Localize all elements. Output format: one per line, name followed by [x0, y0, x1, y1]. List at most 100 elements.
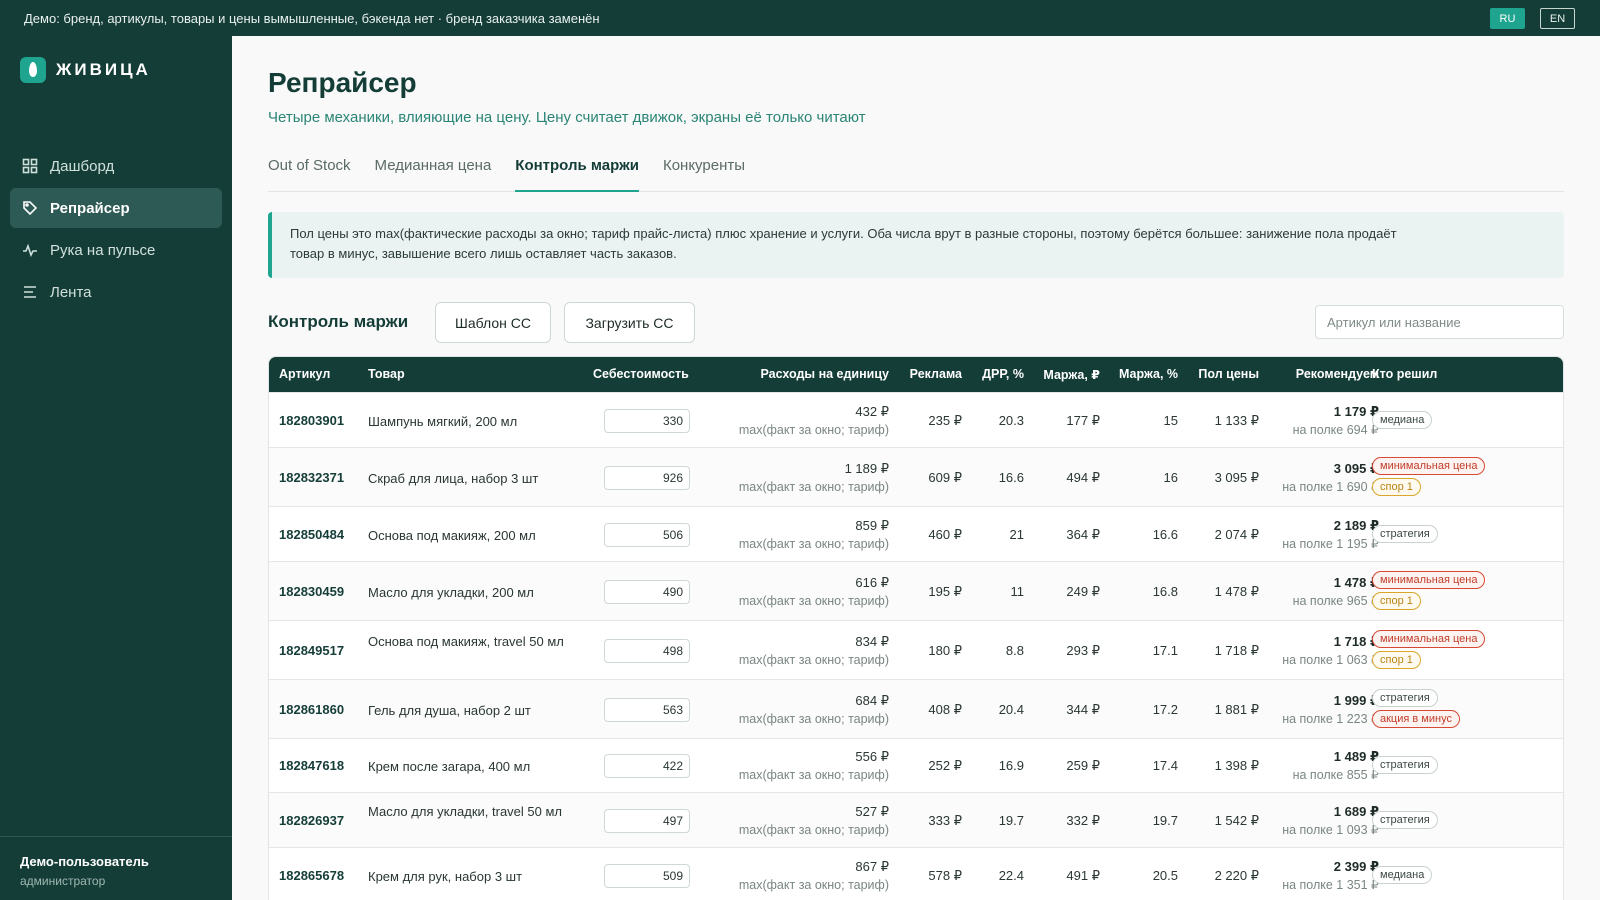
decision-badge[interactable]: спор 1 — [1372, 591, 1421, 610]
lang-en-button[interactable]: EN — [1540, 8, 1575, 29]
sku-link[interactable]: 182847618 — [279, 758, 344, 773]
product-name: Скраб для лица, набор 3 шт — [368, 470, 539, 486]
lang-ru-button[interactable]: RU — [1490, 8, 1525, 29]
expense-note: max(факт за окно; тариф) — [738, 479, 889, 494]
expense-cell: 834 ₽ max(факт за окно; тариф) — [739, 632, 889, 670]
sku-link[interactable]: 182849517 — [279, 643, 344, 658]
margin-pct-cell: 17.1 — [1152, 642, 1178, 658]
sku-link[interactable]: 182830459 — [279, 584, 344, 599]
ads-cell: 252 ₽ — [928, 758, 962, 773]
tab-out-of-stock[interactable]: Out of Stock — [268, 147, 351, 192]
cost-input[interactable]: 497 — [604, 808, 690, 833]
decision-badge[interactable]: минимальная цена — [1372, 456, 1486, 475]
sku-link[interactable]: 182803901 — [279, 413, 344, 428]
logo[interactable]: ЖИВИЦА — [20, 57, 151, 83]
expense-note: max(факт за окно; тариф) — [738, 422, 889, 437]
product-name: Основа под макияж, 200 мл — [368, 527, 536, 543]
cost-input[interactable]: 509 — [604, 863, 690, 888]
header-drr[interactable]: ДРР, % — [982, 367, 1024, 381]
product-name: Масло для укладки, 200 мл — [368, 584, 534, 600]
ads-cell: 333 ₽ — [928, 812, 962, 828]
cost-input[interactable]: 563 — [604, 697, 690, 722]
decision-badge[interactable]: стратегия — [1372, 756, 1438, 774]
sidebar-item-repricer[interactable]: Репрайсер — [10, 188, 222, 228]
floor-cell: 1 542 ₽ — [1214, 812, 1259, 828]
decision-badge[interactable]: медиана — [1372, 410, 1433, 429]
table-row[interactable]: 182832371 Скраб для лица, набор 3 шт 926 1 … — [269, 447, 1563, 506]
shelf-price: на полке 855 ₽ — [1292, 768, 1379, 782]
cost-input[interactable]: 506 — [604, 522, 690, 547]
expense-cell: 867 ₽ max(факт за окно; тариф) — [739, 857, 889, 895]
cost-input[interactable]: 498 — [604, 638, 690, 663]
sku-link[interactable]: 182850484 — [279, 527, 344, 542]
table-row[interactable]: 182861860 Гель для душа, набор 2 шт 563 684… — [269, 679, 1563, 738]
decision-badge[interactable]: стратегия — [1372, 810, 1438, 829]
header-sku[interactable]: Артикул — [279, 367, 330, 381]
table-row[interactable]: 182803901 Шампунь мягкий, 200 мл 330 432 ₽ m… — [269, 392, 1563, 447]
table-row[interactable]: 182830459 Масло для укладки, 200 мл 490 616… — [269, 561, 1563, 620]
decision-badge[interactable]: стратегия — [1372, 688, 1438, 707]
sku-link[interactable]: 182865678 — [279, 868, 344, 883]
header-floor[interactable]: Пол цены — [1198, 367, 1259, 381]
search-input[interactable] — [1315, 305, 1564, 339]
expense-cell: 556 ₽ max(факт за окно; тариф) — [739, 747, 889, 785]
header-ads[interactable]: Реклама — [910, 367, 962, 381]
header-margin-pct[interactable]: Маржа, % — [1119, 367, 1178, 381]
table-row[interactable]: 182865678 Крем для рук, набор 3 шт 509 867 … — [269, 847, 1563, 900]
cost-template-button[interactable]: Шаблон СС — [435, 302, 551, 343]
expense-cell: 616 ₽ max(факт за окно; тариф) — [739, 573, 889, 611]
recommended-price: 2 399 ₽ — [1333, 858, 1379, 874]
decided-by-cell: минимальная цена спор 1 — [1372, 456, 1486, 496]
header-recommend[interactable]: Рекомендуем — [1296, 367, 1379, 381]
user-panel[interactable]: Демо-пользователь администратор — [0, 836, 232, 900]
decision-badge[interactable]: медиана — [1372, 865, 1433, 884]
header-product[interactable]: Товар — [368, 367, 405, 381]
header-margin-rub[interactable]: Маржа, ₽ — [1043, 367, 1100, 382]
decision-badge[interactable]: минимальная цена — [1372, 570, 1486, 589]
info-note: Пол цены это max(фактические расходы за … — [268, 212, 1564, 278]
sidebar-item-feed[interactable]: Лента — [10, 272, 222, 312]
margin-pct-cell: 16.8 — [1152, 583, 1178, 599]
decision-badge[interactable]: акция в минус — [1372, 709, 1460, 728]
sku-link[interactable]: 182861860 — [279, 702, 344, 717]
recommended-price: 1 999 ₽ — [1333, 692, 1379, 708]
product-name: Основа под макияж, travel 50 мл — [368, 633, 564, 649]
ads-cell: 578 ₽ — [928, 867, 962, 883]
decision-badge[interactable]: минимальная цена — [1372, 629, 1486, 648]
table-row[interactable]: 182849517 Основа под макияж, travel 50 мл… — [269, 620, 1563, 679]
cost-input[interactable]: 490 — [604, 579, 690, 604]
expense-value: 834 ₽ — [855, 633, 889, 649]
pulse-icon — [22, 242, 38, 258]
decision-badge[interactable]: стратегия — [1372, 524, 1438, 543]
ads-cell: 180 ₽ — [928, 642, 962, 658]
expense-cell: 1 189 ₽ max(факт за окно; тариф) — [739, 459, 889, 497]
tab-median-price[interactable]: Медианная цена — [375, 147, 492, 192]
tab-competitors[interactable]: Конкуренты — [663, 147, 745, 192]
product-name: Крем для рук, набор 3 шт — [368, 868, 523, 884]
sidebar-item-pulse[interactable]: Рука на пульсе — [10, 230, 222, 270]
cost-input[interactable]: 422 — [604, 754, 690, 778]
table-row[interactable]: 182850484 Основа под макияж, 200 мл 506 859… — [269, 506, 1563, 561]
header-cost[interactable]: Себестоимость — [593, 367, 689, 381]
cost-input[interactable]: 926 — [604, 465, 690, 490]
shelf-price: на полке 1 063 ₽ — [1282, 652, 1379, 667]
sku-link[interactable]: 182826937 — [279, 813, 344, 828]
shelf-price: на полке 1 690 ₽ — [1282, 479, 1379, 494]
upload-cost-button[interactable]: Загрузить СС — [564, 302, 695, 343]
margin-pct-cell: 16 — [1163, 469, 1178, 485]
expense-cell: 432 ₽ max(факт за окно; тариф) — [739, 402, 889, 440]
sidebar-item-dashboard[interactable]: Дашборд — [10, 146, 222, 186]
cost-input[interactable]: 330 — [604, 408, 690, 433]
decision-badge[interactable]: спор 1 — [1372, 477, 1421, 496]
recommended-price: 1 179 ₽ — [1333, 403, 1379, 419]
header-decided-by[interactable]: Кто решил — [1372, 367, 1437, 381]
recommended-cell: 1 689 ₽ на полке 1 093 ₽ — [1282, 802, 1379, 840]
decision-badge[interactable]: спор 1 — [1372, 650, 1421, 669]
sku-link[interactable]: 182832371 — [279, 470, 344, 485]
recommended-cell: 1 999 ₽ на полке 1 223 ₽ — [1282, 691, 1379, 729]
table-row[interactable]: 182847618 Крем после загара, 400 мл 422 556… — [269, 738, 1563, 792]
header-expense[interactable]: Расходы на единицу — [760, 367, 889, 381]
tab-margin-control[interactable]: Контроль маржи — [515, 147, 639, 192]
table-row[interactable]: 182826937 Масло для укладки, travel 50 мл… — [269, 792, 1563, 847]
margin-rub-cell: 494 ₽ — [1066, 469, 1100, 485]
